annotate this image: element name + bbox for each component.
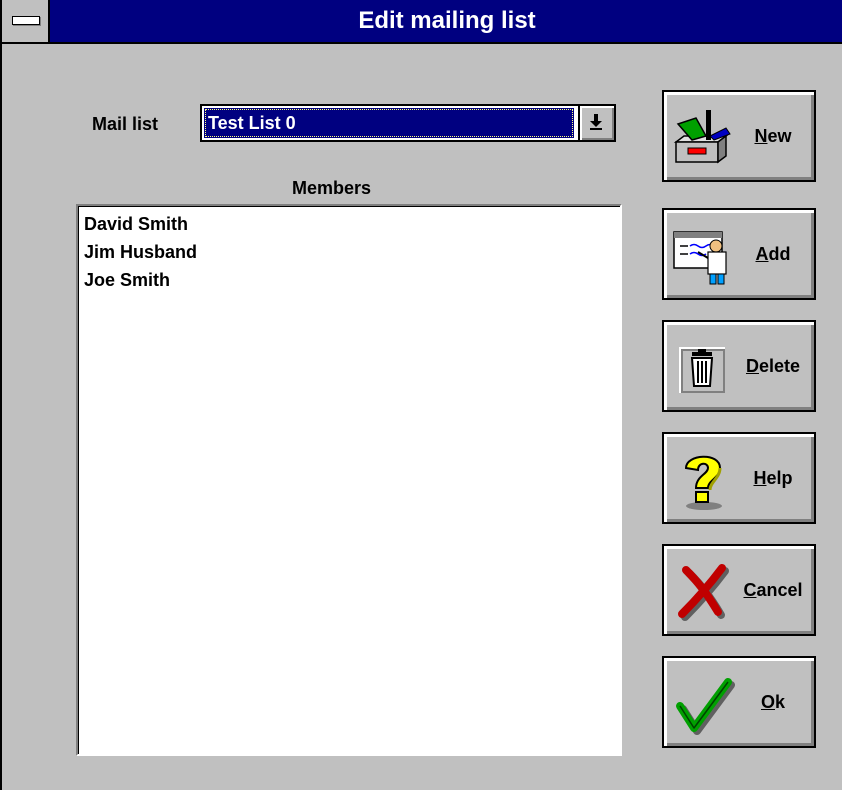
delete-button[interactable]: Delete	[662, 320, 816, 412]
help-button[interactable]: Help	[662, 432, 816, 524]
title-bar[interactable]: Edit mailing list	[2, 0, 842, 44]
red-x-icon	[678, 564, 729, 621]
members-label: Members	[292, 178, 372, 198]
ok-button[interactable]: Ok	[662, 656, 816, 748]
cancel-button[interactable]: Cancel	[662, 544, 816, 636]
list-item[interactable]: David Smith	[84, 210, 188, 238]
new-button[interactable]: New	[662, 90, 816, 182]
mail-list-selected-value[interactable]: Test List 0	[204, 108, 574, 138]
members-list[interactable]: David Smith Jim Husband Joe Smith	[76, 204, 622, 756]
toolbox-icon	[673, 110, 731, 164]
person-at-board-icon	[673, 231, 727, 285]
list-item[interactable]: Jim Husband	[84, 238, 197, 266]
mail-list-dropdown[interactable]: Test List 0	[200, 104, 616, 142]
window-title: Edit mailing list	[358, 7, 536, 34]
delete-button-label: Delete	[745, 356, 801, 376]
ok-button-label: Ok	[760, 692, 786, 712]
question-mark-icon	[684, 455, 722, 510]
dropdown-arrow-button[interactable]	[578, 106, 614, 140]
mail-list-label: Mail list	[92, 114, 159, 134]
arrow-down-icon	[590, 114, 602, 130]
system-menu-button[interactable]	[2, 0, 50, 42]
add-button-label: Add	[755, 244, 791, 264]
new-button-label: New	[754, 126, 792, 146]
add-button[interactable]: Add	[662, 208, 816, 300]
help-button-label: Help	[753, 468, 793, 488]
trash-can-icon	[679, 347, 725, 393]
cancel-button-label: Cancel	[743, 580, 803, 600]
edit-mailing-list-dialog: Edit mailing list Mail list Test List 0 …	[0, 0, 842, 790]
list-item[interactable]: Joe Smith	[84, 266, 170, 294]
green-checkmark-icon	[676, 678, 735, 735]
system-menu-icon	[12, 16, 40, 25]
